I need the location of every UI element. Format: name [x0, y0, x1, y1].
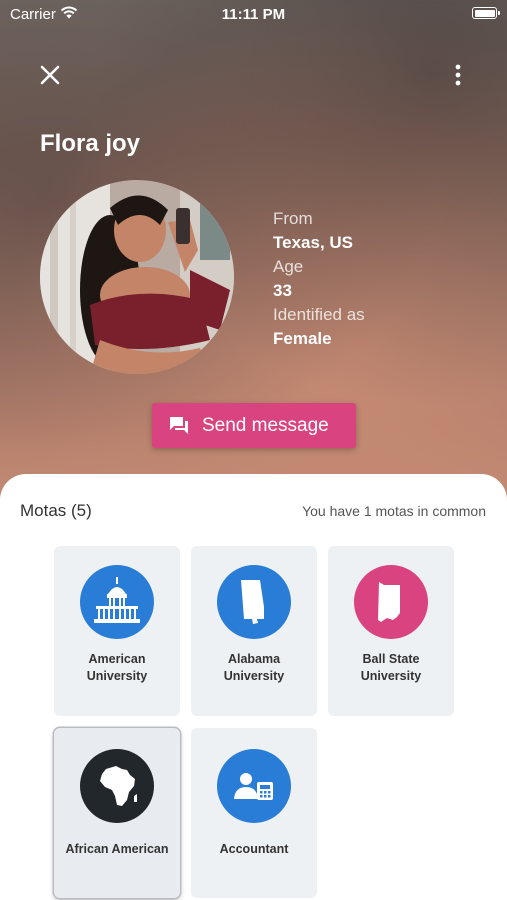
mota-label: American University — [86, 652, 148, 683]
mota-card-african-american[interactable]: African American — [54, 728, 180, 898]
status-bar: Carrier 11:11 PM — [0, 0, 507, 28]
age-value: 33 — [273, 281, 292, 300]
mota-label: African American — [65, 842, 169, 856]
alabama-map-icon — [217, 565, 291, 639]
more-options-button[interactable] — [446, 62, 470, 88]
motas-sheet: Motas (5) You have 1 motas in common Ame… — [0, 474, 507, 900]
common-motas-text: You have 1 motas in common — [302, 503, 486, 519]
mota-card-alabama-university[interactable]: Alabama University — [191, 546, 317, 716]
mota-card-american-university[interactable]: American University — [54, 546, 180, 716]
mota-label: Ball State University — [360, 652, 422, 683]
identified-value: Female — [273, 329, 332, 348]
indiana-map-icon — [354, 565, 428, 639]
accountant-icon — [217, 749, 291, 823]
africa-map-icon — [80, 749, 154, 823]
mota-card-ball-state-university[interactable]: Ball State University — [328, 546, 454, 716]
from-label: From — [273, 209, 313, 228]
send-message-label: Send message — [202, 414, 329, 436]
battery-icon — [472, 7, 500, 19]
profile-avatar[interactable] — [40, 180, 234, 374]
mota-label: Alabama University — [223, 652, 285, 683]
chat-bubbles-icon — [170, 416, 188, 434]
motas-title: Motas (5) — [20, 501, 92, 520]
capitol-building-icon — [80, 565, 154, 639]
mota-label: Accountant — [219, 842, 289, 856]
clock: 11:11 PM — [221, 6, 286, 23]
more-vertical-icon — [455, 64, 461, 86]
send-message-button[interactable]: Send message — [152, 403, 356, 448]
close-icon — [40, 65, 60, 85]
identified-label: Identified as — [273, 305, 365, 324]
from-value: Texas, US — [273, 233, 354, 252]
avatar-photo — [40, 180, 234, 374]
profile-details: From Texas, US Age 33 Identified as Fema… — [273, 207, 365, 351]
profile-name: Flora joy — [40, 130, 141, 157]
mota-card-accountant[interactable]: Accountant — [191, 728, 317, 898]
age-label: Age — [273, 257, 304, 276]
close-button[interactable] — [36, 61, 64, 89]
